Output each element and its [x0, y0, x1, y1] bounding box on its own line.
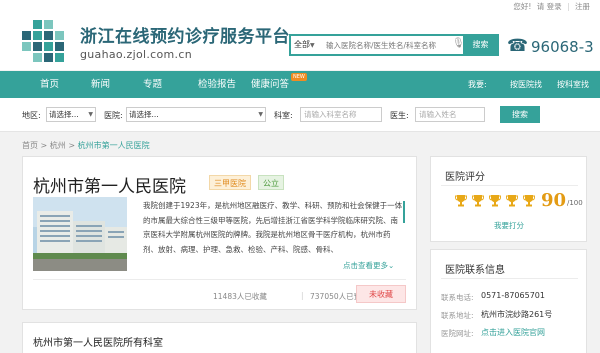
caret-down-icon: ▼	[88, 111, 93, 118]
scrollbar-thumb[interactable]	[403, 201, 405, 223]
nav-item-health-qa-label: 健康问答	[251, 79, 290, 90]
site-domain: guahao.zjol.com.cn	[80, 48, 192, 61]
department-label: 科室:	[274, 111, 293, 120]
search-button[interactable]: 搜索	[463, 35, 498, 55]
hospital-select-value: 请选择...	[129, 110, 159, 119]
chevron-down-icon: ⌄	[388, 261, 395, 270]
contact-phone-label: 联系电话:	[441, 293, 474, 302]
rate-link[interactable]: 我要打分	[494, 220, 524, 231]
stat-separator: |	[301, 291, 304, 300]
caret-down-icon: ▼	[258, 111, 263, 118]
nav-item-topics[interactable]: 专题	[143, 71, 162, 98]
departments-title: 杭州市第一人民医院所有科室	[33, 338, 163, 349]
hospital-photo	[33, 197, 127, 271]
main-nav: 首页 新闻 专题 检验报告 健康问答 NEW 我要: 按医院找 按科室找	[0, 71, 600, 98]
rating-total: /100	[567, 199, 583, 207]
nav-find-by-hospital[interactable]: 按医院找	[510, 71, 542, 98]
breadcrumb-home[interactable]: 首页	[22, 141, 38, 150]
trophy-icon	[506, 195, 518, 207]
site-header: 浙江在线预约诊疗服务平台 guahao.zjol.com.cn 全部▼ 🎙 搜索…	[0, 12, 600, 70]
breadcrumb-current[interactable]: 杭州市第一人民医院	[78, 141, 150, 150]
register-link[interactable]: 注册	[575, 2, 590, 11]
view-more-link[interactable]: 点击查看更多⌄	[343, 260, 394, 271]
rating-card: 医院评分 90 /100 我要打分	[430, 156, 587, 242]
contact-website-label: 医院网址:	[441, 329, 474, 338]
hotline-number: 96068-3	[531, 38, 594, 56]
doctor-label: 医生:	[390, 111, 409, 120]
rating-title: 医院评分	[445, 172, 485, 183]
hospital-type-tag: 公立	[258, 175, 284, 190]
link-separator: |	[567, 2, 570, 11]
trophy-icon	[489, 195, 501, 207]
region-select[interactable]: 请选择... ▼	[46, 107, 96, 122]
breadcrumb-city[interactable]: 杭州	[50, 141, 66, 150]
hospital-level-tag: 三甲医院	[209, 175, 251, 190]
search-box: 全部▼ 🎙 搜索	[289, 34, 499, 56]
breadcrumb-separator: >	[68, 141, 78, 150]
breadcrumb: 首页 > 杭州 > 杭州市第一人民医院	[22, 140, 150, 151]
caret-down-icon: ▼	[310, 42, 315, 49]
departments-card: 杭州市第一人民医院所有科室	[22, 322, 417, 353]
divider	[441, 278, 578, 279]
search-scope-value: 全部	[294, 40, 310, 49]
filter-search-button[interactable]: 搜索	[500, 106, 540, 123]
filter-bar: 地区: 请选择... ▼ 医院: 请选择... ▼ 科室: 请输入科室名称 医生…	[0, 98, 600, 132]
rating-score: 90	[541, 190, 567, 211]
breadcrumb-separator: >	[40, 141, 50, 150]
nav-item-lab-reports[interactable]: 检验报告	[198, 71, 236, 98]
new-badge: NEW	[291, 73, 307, 81]
doctor-input[interactable]: 请输入姓名	[415, 107, 485, 122]
region-label: 地区:	[22, 111, 41, 120]
hospital-name: 杭州市第一人民医院	[33, 177, 186, 197]
divider	[441, 185, 578, 186]
top-bar: 您好! 请 登录 | 注册	[0, 0, 600, 12]
hospital-card: 杭州市第一人民医院 三甲医院 公立 我院创建于1923年，是杭州地区融医疗、教学…	[22, 156, 417, 310]
department-input[interactable]: 请输入科室名称	[300, 107, 382, 122]
contact-website-link[interactable]: 点击进入医院官网	[481, 327, 545, 338]
trophy-icon	[523, 195, 535, 207]
greeting-text: 您好!	[513, 2, 532, 11]
nav-find-by-department[interactable]: 按科室找	[557, 71, 589, 98]
divider	[33, 279, 406, 280]
site-title: 浙江在线预约诊疗服务平台	[80, 27, 290, 47]
search-scope-select[interactable]: 全部▼	[294, 39, 315, 50]
favorites-count: 11483人已收藏	[213, 292, 267, 301]
account-links: 您好! 请 登录 | 注册	[510, 1, 590, 12]
contact-address: 杭州市浣纱路261号	[481, 310, 553, 319]
hospital-label: 医院:	[104, 111, 123, 120]
hospital-description: 我院创建于1923年，是杭州地区融医疗、教学、科研、预防和社会保健于一体的市属最…	[143, 201, 403, 254]
contact-phone: 0571-87065701	[481, 291, 545, 300]
contact-card: 医院联系信息 联系电话: 0571-87065701 联系地址: 杭州市浣纱路2…	[430, 249, 587, 353]
phone-icon: ☎	[507, 36, 529, 56]
trophy-icon	[455, 195, 467, 207]
site-logo-icon[interactable]	[22, 20, 72, 64]
region-select-value: 请选择...	[49, 110, 79, 119]
contact-address-label: 联系地址:	[441, 311, 474, 320]
search-input[interactable]	[326, 38, 451, 52]
view-more-label: 点击查看更多	[343, 261, 388, 270]
trophy-icon	[472, 195, 484, 207]
login-link[interactable]: 请 登录	[537, 2, 562, 11]
favorite-button[interactable]: 未收藏	[356, 285, 406, 303]
hospital-select[interactable]: 请选择... ▼	[126, 107, 266, 122]
nav-item-news[interactable]: 新闻	[91, 71, 110, 98]
nav-find-label: 我要:	[468, 80, 487, 89]
nav-item-home[interactable]: 首页	[40, 71, 59, 98]
nav-item-health-qa[interactable]: 健康问答 NEW	[251, 71, 307, 98]
contact-title: 医院联系信息	[445, 265, 505, 276]
